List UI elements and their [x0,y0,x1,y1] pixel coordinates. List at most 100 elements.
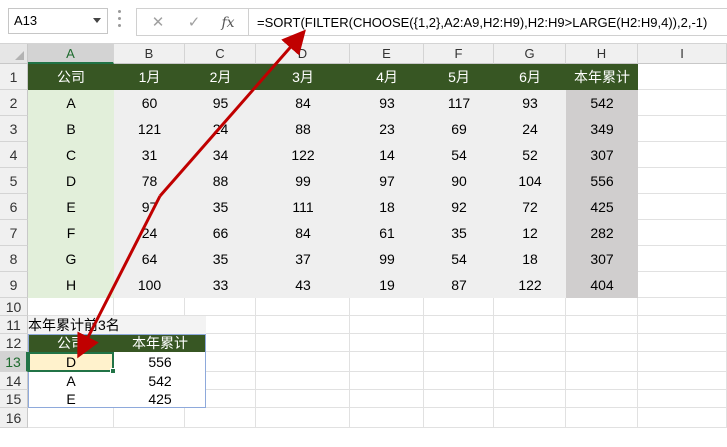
empty-cell[interactable] [424,334,494,352]
empty-cell[interactable] [350,408,424,428]
empty-cell[interactable] [566,316,638,334]
table-cell[interactable]: E [28,194,114,220]
column-header-h[interactable]: H [566,44,638,64]
empty-cell[interactable] [256,316,350,334]
table-cell[interactable]: 97 [114,194,185,220]
table-cell[interactable]: 404 [566,272,638,298]
empty-cell[interactable] [424,390,494,408]
row-header-1[interactable]: 1 [0,64,28,90]
row-header-3[interactable]: 3 [0,116,28,142]
table-cell[interactable]: 52 [494,142,566,168]
table-cell[interactable]: 31 [114,142,185,168]
table-cell[interactable]: 93 [494,90,566,116]
empty-cell[interactable] [638,372,727,390]
formula-input[interactable]: =SORT(FILTER(CHOOSE({1,2},A2:A9,H2:H9),H… [248,8,727,36]
empty-cell[interactable] [638,316,727,334]
table-cell[interactable]: B [28,116,114,142]
table-cell[interactable]: 97 [350,168,424,194]
empty-cell[interactable] [256,390,350,408]
table-cell[interactable]: 307 [566,246,638,272]
empty-cell[interactable] [185,298,256,316]
empty-cell[interactable] [638,168,727,194]
table-cell[interactable]: 88 [185,168,256,194]
table-cell[interactable]: H [28,272,114,298]
table-cell[interactable]: 99 [350,246,424,272]
empty-cell[interactable] [185,408,256,428]
empty-cell[interactable] [638,220,727,246]
column-header-b[interactable]: B [114,44,185,64]
row-header-5[interactable]: 5 [0,168,28,194]
empty-cell[interactable] [494,334,566,352]
table-cell[interactable]: 122 [256,142,350,168]
table-cell[interactable]: 66 [185,220,256,246]
table-cell[interactable]: 60 [114,90,185,116]
table-cell[interactable]: 72 [494,194,566,220]
column-header-g[interactable]: G [494,44,566,64]
table-header-cell[interactable]: 4月 [350,64,424,90]
empty-cell[interactable] [494,352,566,372]
row-header-7[interactable]: 7 [0,220,28,246]
table-cell[interactable]: 92 [424,194,494,220]
table-cell[interactable]: 18 [494,246,566,272]
table-cell[interactable]: 24 [494,116,566,142]
table-cell[interactable]: D [28,168,114,194]
table-cell[interactable]: A [28,90,114,116]
table-cell[interactable]: 307 [566,142,638,168]
table-header-cell[interactable]: 3月 [256,64,350,90]
empty-cell[interactable] [566,390,638,408]
empty-cell[interactable] [638,194,727,220]
summary-title[interactable]: 本年累计前3名 [28,316,206,334]
table-cell[interactable]: 24 [114,220,185,246]
table-cell[interactable]: 117 [424,90,494,116]
empty-cell[interactable] [566,372,638,390]
empty-cell[interactable] [424,316,494,334]
empty-cell[interactable] [424,352,494,372]
empty-cell[interactable] [494,390,566,408]
select-all-button[interactable] [0,44,28,64]
name-box-dropdown-icon[interactable] [93,18,101,23]
table-cell[interactable]: F [28,220,114,246]
row-header-15[interactable]: 15 [0,390,28,408]
empty-cell[interactable] [114,408,185,428]
table-cell[interactable]: 35 [424,220,494,246]
table-cell[interactable]: 282 [566,220,638,246]
table-cell[interactable]: 35 [185,194,256,220]
table-cell[interactable]: 556 [566,168,638,194]
table-header-cell[interactable]: 本年累计 [566,64,638,90]
empty-cell[interactable] [28,408,114,428]
table-cell[interactable]: 78 [114,168,185,194]
table-cell[interactable]: C [28,142,114,168]
row-header-6[interactable]: 6 [0,194,28,220]
column-header-f[interactable]: F [424,44,494,64]
empty-cell[interactable] [350,372,424,390]
empty-cell[interactable] [256,352,350,372]
empty-cell[interactable] [638,64,727,90]
column-header-e[interactable]: E [350,44,424,64]
empty-cell[interactable] [638,116,727,142]
table-cell[interactable]: G [28,246,114,272]
enter-icon[interactable]: ✓ [183,12,205,34]
active-cell-value[interactable]: D [28,352,114,372]
table-cell[interactable]: 121 [114,116,185,142]
row-header-12[interactable]: 12 [0,334,28,352]
table-cell[interactable]: 69 [424,116,494,142]
column-header-a[interactable]: A [28,44,114,64]
empty-cell[interactable] [638,246,727,272]
empty-cell[interactable] [256,334,350,352]
table-cell[interactable]: 35 [185,246,256,272]
row-header-10[interactable]: 10 [0,298,28,316]
empty-cell[interactable] [350,334,424,352]
table-cell[interactable]: 100 [114,272,185,298]
empty-cell[interactable] [566,334,638,352]
empty-cell[interactable] [638,408,727,428]
spreadsheet-grid[interactable]: ABCDEFGHI 1 2 3 4 5 6 7 8 9 10 11 12 13 14 15 16 公司 1月 2月… [0,44,727,447]
table-cell[interactable]: 99 [256,168,350,194]
empty-cell[interactable] [638,334,727,352]
cancel-icon[interactable]: ✕ [147,12,169,34]
table-cell[interactable]: 61 [350,220,424,246]
empty-cell[interactable] [114,298,185,316]
table-cell[interactable]: 90 [424,168,494,194]
empty-cell[interactable] [638,90,727,116]
row-header-16[interactable]: 16 [0,408,28,428]
empty-cell[interactable] [638,352,727,372]
